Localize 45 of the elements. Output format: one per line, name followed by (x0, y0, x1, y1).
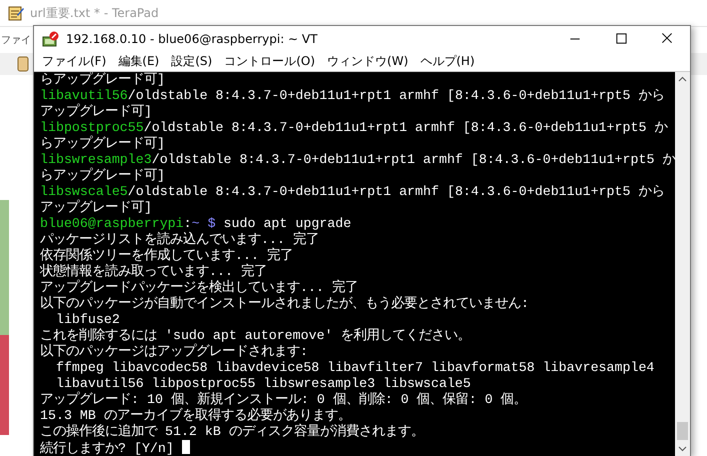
terminal-icon (42, 31, 60, 47)
terminal-text: 15.3 MB のアーカイブを取得する必要があります。 (40, 408, 351, 423)
terminal-text: アップグレード可] (40, 104, 152, 119)
terminal-text: libavutil56 libpostproc55 libswresample3 libswscale5 (54, 376, 471, 391)
document-icon[interactable] (17, 56, 29, 72)
menu-item[interactable]: ファイル(F) (42, 53, 106, 70)
terminal-text: /oldstable 8:4.3.7-0+deb11u1+rpt1 armhf [8:4.3.6-0+deb11u1+rpt5 か (144, 120, 668, 135)
terminal-text: らアップグレード可] (40, 168, 165, 183)
terminal-text: 以下のパッケージはアップグレードされます: (40, 344, 308, 359)
menu-item[interactable]: ヘルプ(H) (420, 53, 475, 70)
terminal-text: アップグレードパッケージを検出しています... 完了 (40, 280, 358, 295)
menu-item[interactable]: ファイ (1, 33, 31, 47)
terminal-text: /oldstable 8:4.3.7-0+deb11u1+rpt1 armhf [8:4.3.6-0+deb11u1+rpt5 から (128, 88, 664, 103)
terminal-text: らアップグレード可] (40, 136, 165, 151)
terminal-text: libswscale5 (40, 184, 128, 199)
terminal-text: 依存関係ツリーを作成しています... 完了 (40, 248, 293, 263)
menu-item[interactable]: ウィンドウ(W) (327, 53, 408, 70)
terminal-text: アップグレード: 10 個、新規インストール: 0 個、削除: 0 個、保留: 0 個。 (40, 392, 527, 407)
terminal-text: : (184, 216, 192, 231)
notepad-icon (8, 5, 24, 21)
menu-item[interactable]: 編集(E) (118, 53, 160, 70)
scroll-thumb[interactable] (677, 422, 688, 440)
terminal-text: これを削除するには 'sudo apt autoremove' を利用してください。 (40, 328, 471, 343)
terminal-text: ffmpeg libavcodec58 libavdevice58 libavfilter7 libavformat58 libavresample4 (54, 360, 654, 375)
terminal-text: パッケージリストを読み込んでいます... 完了 (40, 232, 319, 247)
terminal-text: この操作後に追加で 51.2 kB のディスク容量が消費されます。 (40, 424, 424, 439)
window-title: 192.168.0.10 - blue06@raspberrypi: ~ VT (66, 32, 318, 46)
terminal-text: 状態情報を読み取っています... 完了 (40, 264, 267, 279)
terminal-text: libavutil56 (40, 88, 128, 103)
terminal-text: らアップグレード可] (40, 72, 165, 87)
terminal-text: アップグレード可] (40, 200, 152, 215)
menu-item[interactable]: コントロール(O) (224, 53, 316, 70)
terminal-text: sudo apt upgrade (222, 216, 352, 231)
window-title: url重要.txt * - TeraPad (30, 4, 159, 22)
scrollbar[interactable] (675, 72, 690, 456)
terminal-text: /oldstable 8:4.3.7-0+deb11u1+rpt1 armhf [8:4.3.6-0+deb11u1+rpt5 から (128, 184, 664, 199)
terminal-text: ~ $ (192, 216, 216, 231)
terminal-text: 以下のパッケージが自動でインストールされましたが、もう必要とされていません: (40, 296, 529, 311)
terminal-text: blue06@raspberrypi (40, 216, 184, 231)
terminal-text: libswresample3 (40, 152, 152, 167)
terminal-text: libfuse2 (54, 312, 120, 327)
terminal-text: 続行しますか? [Y/n] (40, 441, 175, 456)
terminal-text: /oldstable 8:4.3.7-0+deb11u1+rpt1 armhf [8:4.3.6-0+deb11u1+rpt5 か (152, 152, 675, 167)
menu-item[interactable]: 設定(S) (171, 53, 212, 70)
terminal-text: libpostproc55 (40, 120, 144, 135)
